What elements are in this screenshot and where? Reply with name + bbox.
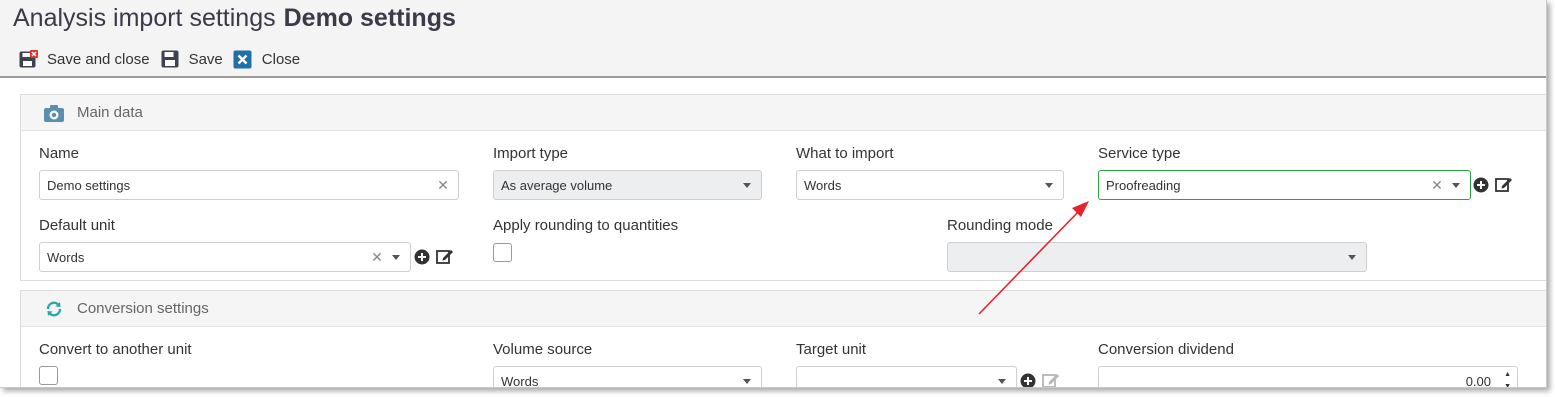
default-unit-label: Default unit bbox=[39, 217, 115, 234]
target-unit-label: Target unit bbox=[796, 341, 867, 358]
import-type-select[interactable]: As average volume bbox=[493, 170, 762, 200]
main-data-panel: Main data Name Demo settings ✕ Import ty… bbox=[20, 94, 1546, 281]
plus-circle-icon[interactable] bbox=[413, 248, 431, 266]
volume-source-select[interactable]: Words bbox=[493, 366, 762, 388]
chevron-down-icon bbox=[743, 182, 751, 188]
target-unit-select[interactable] bbox=[796, 366, 1017, 387]
plus-circle-icon[interactable] bbox=[1019, 372, 1037, 387]
conversion-settings-title: Conversion settings bbox=[77, 300, 209, 317]
save-and-close-button[interactable]: Save and close bbox=[18, 49, 150, 69]
apply-rounding-checkbox[interactable] bbox=[493, 243, 512, 262]
apply-rounding-label: Apply rounding to quantities bbox=[493, 217, 679, 234]
chevron-down-icon bbox=[743, 378, 751, 384]
clear-icon[interactable]: ✕ bbox=[1428, 177, 1446, 194]
import-type-label: Import type bbox=[493, 145, 569, 162]
conversion-dividend-input[interactable]: 0.00 ▲ ▼ bbox=[1098, 366, 1518, 388]
convert-to-another-unit-label: Convert to another unit bbox=[39, 341, 192, 358]
chevron-down-icon bbox=[392, 254, 400, 260]
edit-icon[interactable] bbox=[436, 247, 454, 265]
service-type-value: Proofreading bbox=[1106, 177, 1181, 193]
what-to-import-select[interactable]: Words bbox=[796, 170, 1064, 200]
chevron-down-icon bbox=[1045, 182, 1053, 188]
what-to-import-label: What to import bbox=[796, 145, 894, 162]
volume-source-label: Volume source bbox=[493, 341, 593, 358]
import-type-value: As average volume bbox=[501, 177, 613, 193]
save-label: Save bbox=[188, 50, 223, 68]
chevron-down-icon bbox=[1452, 182, 1460, 188]
close-label: Close bbox=[261, 50, 301, 68]
main-data-header[interactable]: Main data bbox=[21, 95, 1546, 131]
name-input[interactable]: Demo settings ✕ bbox=[39, 170, 459, 200]
save-button[interactable]: Save bbox=[160, 49, 223, 69]
conversion-dividend-value: 0.00 bbox=[1465, 373, 1491, 388]
chevron-down-icon bbox=[1348, 254, 1356, 260]
plus-circle-icon[interactable] bbox=[1472, 176, 1490, 194]
what-to-import-value: Words bbox=[804, 177, 842, 193]
clear-icon[interactable]: ✕ bbox=[434, 177, 452, 194]
app-window: Analysis import settings Demo settings Sa… bbox=[0, 0, 1547, 388]
save-close-icon bbox=[18, 49, 38, 69]
rounding-mode-label: Rounding mode bbox=[947, 217, 1053, 234]
edit-icon bbox=[1042, 371, 1060, 387]
page-header: Analysis import settings Demo settings Sa… bbox=[0, 0, 1546, 78]
edit-icon[interactable] bbox=[1495, 175, 1513, 193]
close-button[interactable]: Close bbox=[233, 49, 300, 69]
number-spinner[interactable]: ▲ ▼ bbox=[1504, 369, 1511, 387]
clear-icon[interactable]: ✕ bbox=[368, 249, 386, 266]
conversion-dividend-label: Conversion dividend bbox=[1098, 341, 1234, 358]
page-title-text: Analysis import settings bbox=[13, 4, 276, 32]
chevron-down-icon bbox=[998, 378, 1006, 384]
toolbar: Save and close Save Close bbox=[18, 49, 310, 69]
page-title: Analysis import settings Demo settings bbox=[13, 4, 456, 33]
name-label: Name bbox=[39, 145, 80, 162]
volume-source-value: Words bbox=[501, 373, 539, 388]
conversion-settings-header[interactable]: Conversion settings bbox=[21, 291, 1546, 327]
gear-icon bbox=[43, 102, 65, 124]
save-and-close-label: Save and close bbox=[47, 50, 150, 68]
form-content: Main data Name Demo settings ✕ Import ty… bbox=[0, 80, 1546, 388]
default-unit-value: Words bbox=[47, 249, 85, 265]
service-type-label: Service type bbox=[1098, 145, 1181, 162]
name-value: Demo settings bbox=[47, 177, 131, 193]
convert-to-another-unit-checkbox[interactable] bbox=[39, 366, 58, 385]
close-icon bbox=[233, 49, 253, 69]
main-data-title: Main data bbox=[77, 104, 143, 121]
refresh-icon bbox=[43, 298, 65, 320]
service-type-select[interactable]: Proofreading ✕ bbox=[1098, 170, 1471, 200]
save-icon bbox=[160, 49, 180, 69]
conversion-settings-panel: Conversion settings Convert to another u… bbox=[20, 290, 1546, 388]
record-name: Demo settings bbox=[283, 4, 456, 32]
rounding-mode-select[interactable] bbox=[947, 242, 1367, 272]
default-unit-select[interactable]: Words ✕ bbox=[39, 242, 411, 272]
